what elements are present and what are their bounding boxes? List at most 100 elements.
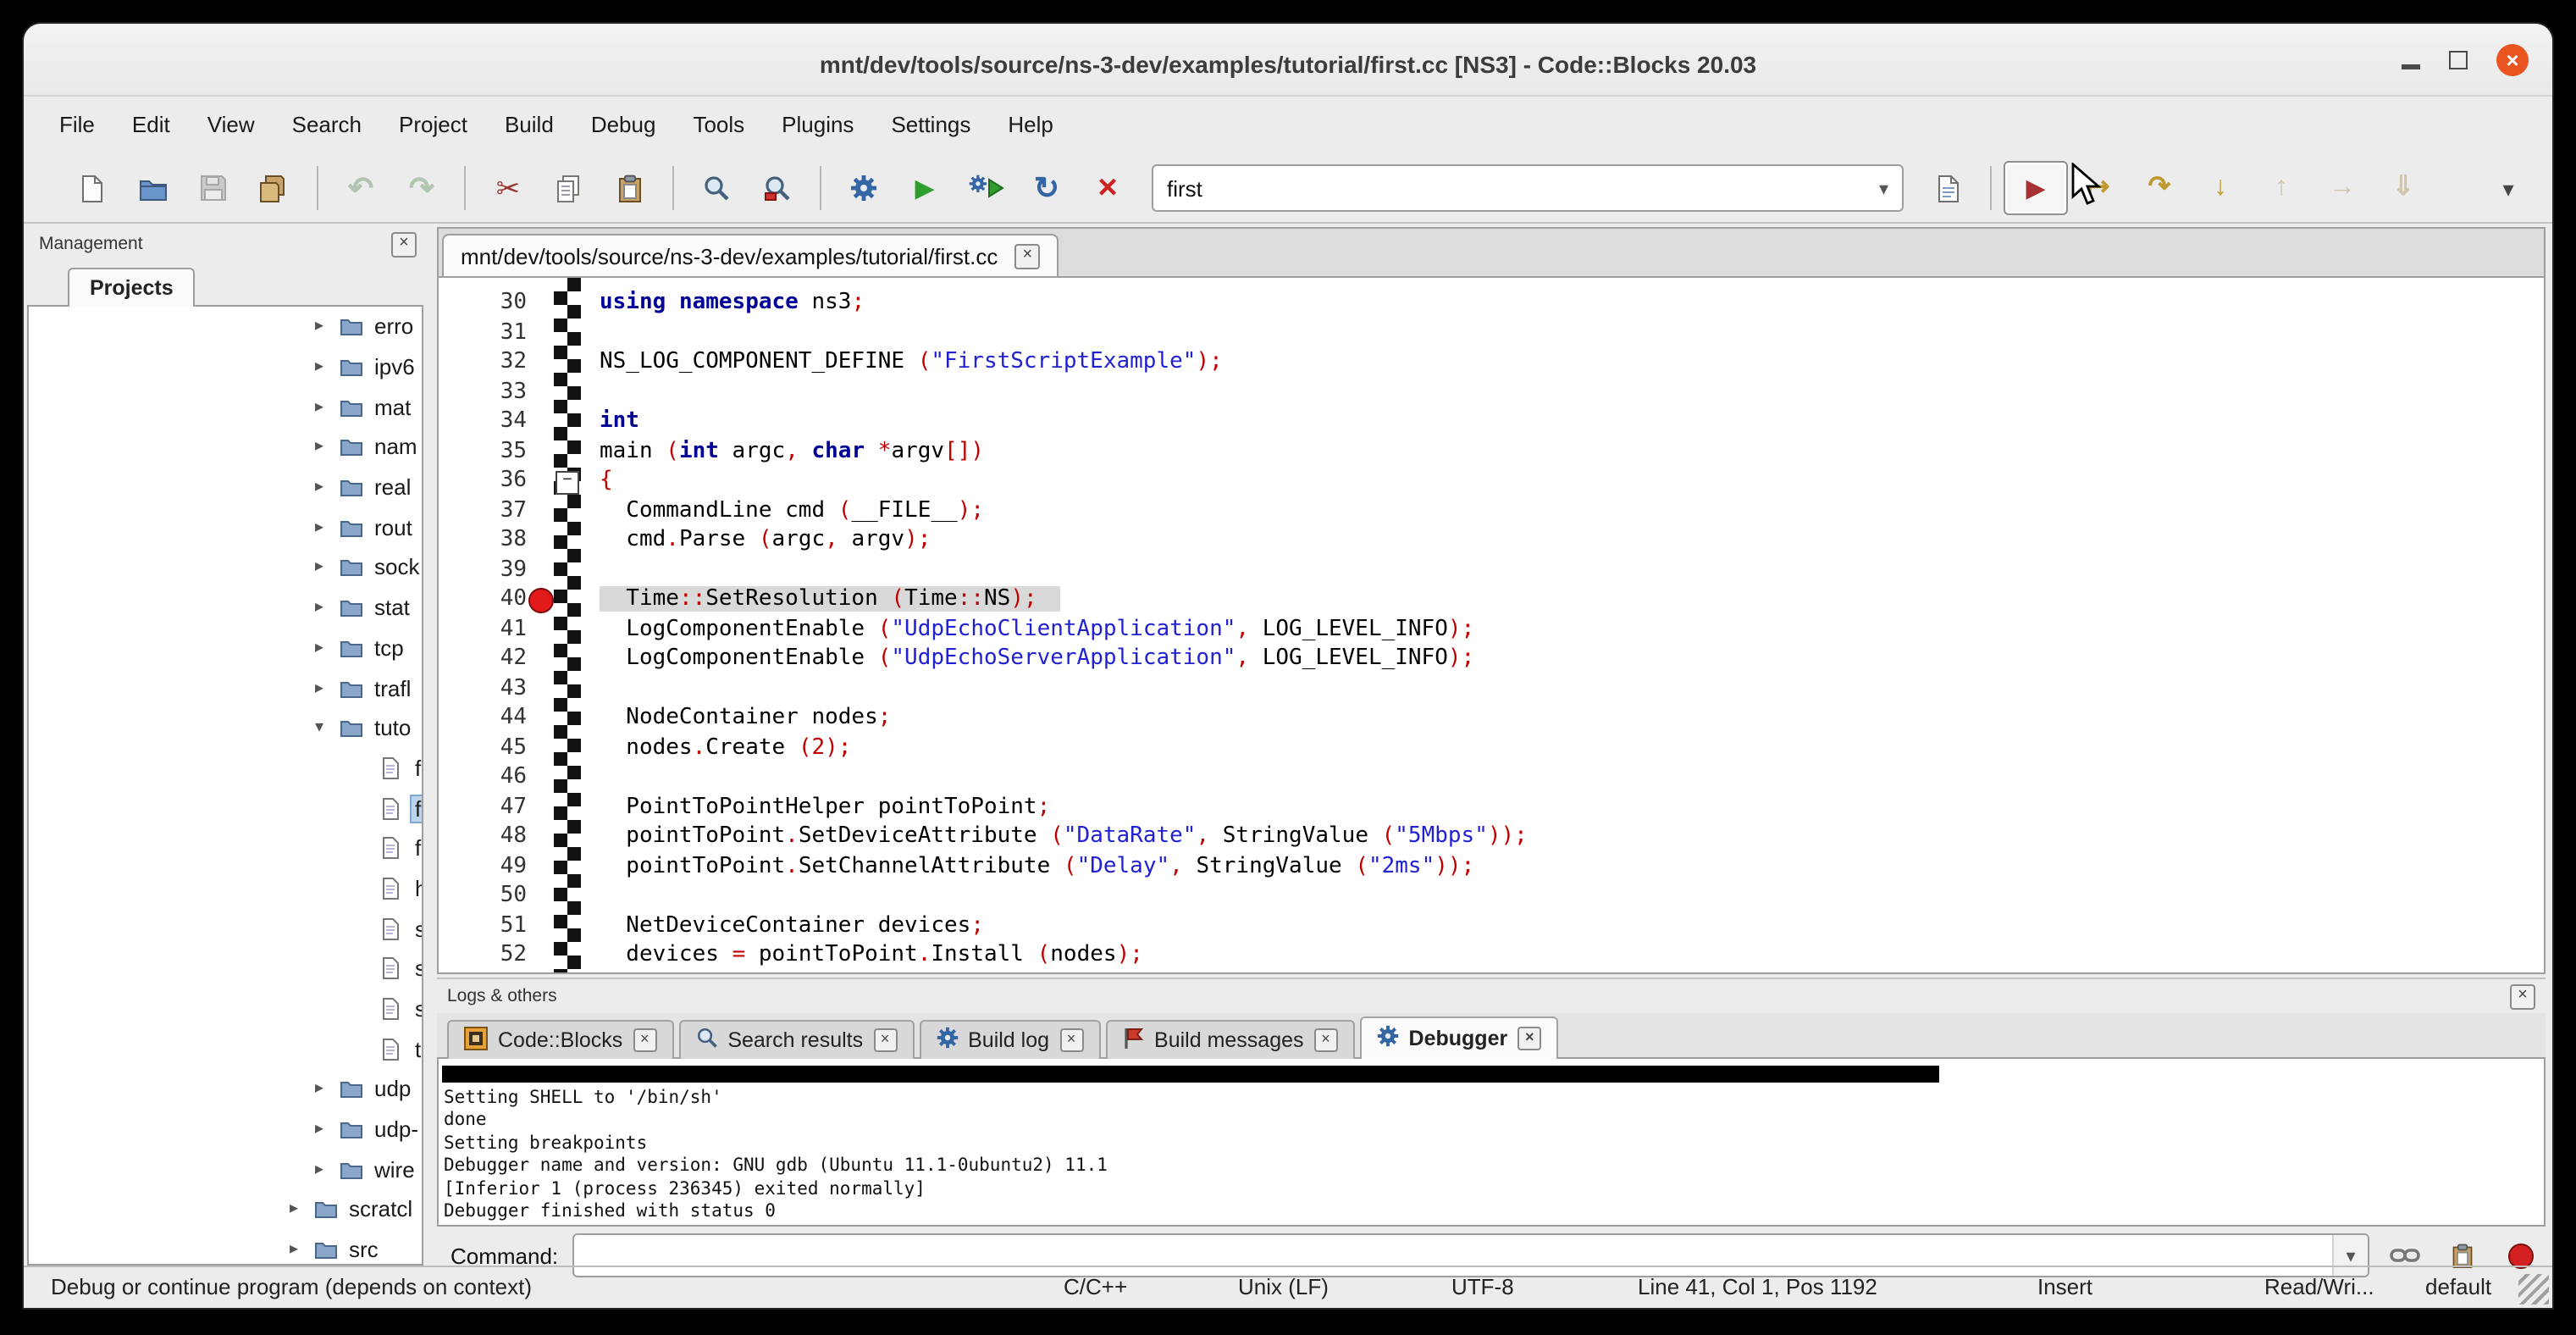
- copy-icon[interactable]: [539, 163, 600, 213]
- chevron-right-icon[interactable]: ▸: [315, 397, 335, 416]
- redo-icon[interactable]: ↷: [391, 163, 452, 213]
- tree-item-src[interactable]: ▸src: [29, 1230, 422, 1266]
- tree-item-six[interactable]: six: [29, 989, 422, 1028]
- code-editor[interactable]: 30using namespace ns3;3132NS_LOG_COMPONE…: [437, 276, 2546, 974]
- panel-splitter[interactable]: [423, 227, 437, 1266]
- chevron-right-icon[interactable]: ▸: [315, 1120, 335, 1138]
- run-to-cursor-icon[interactable]: ↦: [2068, 163, 2129, 213]
- debug-continue-icon[interactable]: ▶: [2004, 161, 2068, 215]
- menu-plugins[interactable]: Plugins: [763, 97, 872, 154]
- editor-tab-first-cc[interactable]: mnt/dev/tools/source/ns-3-dev/examples/t…: [442, 234, 1059, 276]
- step-into-instruction-icon[interactable]: ⇓: [2373, 163, 2434, 213]
- logs-close-icon[interactable]: ×: [2510, 983, 2535, 1009]
- chevron-right-icon[interactable]: ▸: [315, 1161, 335, 1179]
- logs-tab-close-icon[interactable]: ×: [1517, 1027, 1541, 1050]
- titlebar[interactable]: mnt/dev/tools/source/ns-3-dev/examples/t…: [24, 24, 2552, 97]
- logs-tab-debugger[interactable]: Debugger×: [1360, 1016, 1559, 1059]
- tree-item-udp-[interactable]: ▸udp-: [29, 1110, 422, 1149]
- debugger-log[interactable]: Setting SHELL to '/bin/sh'doneSetting br…: [437, 1059, 2546, 1227]
- tree-item-trafl[interactable]: ▸trafl: [29, 668, 422, 707]
- menu-help[interactable]: Help: [989, 97, 1072, 154]
- logs-tab-build-messages[interactable]: Build messages×: [1105, 1020, 1355, 1059]
- build-target-combo[interactable]: first▾: [1152, 164, 1904, 212]
- cut-icon[interactable]: ✂: [478, 163, 539, 213]
- chevron-down-icon[interactable]: ▾: [315, 718, 335, 737]
- paste-icon[interactable]: [600, 163, 661, 213]
- tree-item-erro[interactable]: ▸erro: [29, 307, 422, 346]
- tab-projects[interactable]: Projects: [68, 268, 196, 307]
- menu-build[interactable]: Build: [486, 97, 572, 154]
- menu-tools[interactable]: Tools: [674, 97, 763, 154]
- tree-item-tcp[interactable]: ▸tcp: [29, 628, 422, 668]
- tree-item-sock[interactable]: ▸sock: [29, 547, 422, 587]
- tree-item-se[interactable]: se: [29, 909, 422, 949]
- chevron-right-icon[interactable]: ▸: [315, 639, 335, 657]
- menu-search[interactable]: Search: [274, 97, 380, 154]
- tree-item-fo[interactable]: fo: [29, 828, 422, 868]
- tree-item-mat[interactable]: ▸mat: [29, 387, 422, 427]
- tree-item-tuto[interactable]: ▾tuto: [29, 708, 422, 748]
- toolbar-overflow-icon[interactable]: ▾: [2478, 163, 2539, 213]
- tree-item-wire[interactable]: ▸wire: [29, 1149, 422, 1189]
- breakpoint-icon[interactable]: [528, 588, 554, 613]
- build-and-run-icon[interactable]: [955, 163, 1016, 213]
- tree-item-udp[interactable]: ▸udp: [29, 1069, 422, 1109]
- tree-item-fif[interactable]: fif: [29, 748, 422, 788]
- management-close-icon[interactable]: ×: [391, 231, 417, 257]
- chevron-right-icon[interactable]: ▸: [290, 1200, 310, 1219]
- chevron-right-icon[interactable]: ▸: [315, 518, 335, 537]
- save-all-icon[interactable]: [244, 163, 305, 213]
- tree-item-rout[interactable]: ▸rout: [29, 507, 422, 547]
- chevron-right-icon[interactable]: ▸: [315, 478, 335, 496]
- menu-edit[interactable]: Edit: [113, 97, 189, 154]
- menu-settings[interactable]: Settings: [872, 97, 989, 154]
- undo-icon[interactable]: ↶: [330, 163, 391, 213]
- chevron-right-icon[interactable]: ▸: [315, 679, 335, 697]
- chevron-right-icon[interactable]: ▸: [315, 438, 335, 457]
- menu-debug[interactable]: Debug: [572, 97, 675, 154]
- chevron-right-icon[interactable]: ▸: [315, 357, 335, 376]
- logs-tab-close-icon[interactable]: ×: [633, 1028, 656, 1052]
- rebuild-icon[interactable]: ↻: [1016, 163, 1077, 213]
- editor-tab-close-icon[interactable]: ×: [1014, 243, 1040, 269]
- link-icon[interactable]: [2383, 1245, 2427, 1266]
- minimize-icon[interactable]: [2402, 65, 2420, 69]
- logs-tab-code-blocks[interactable]: Code::Blocks×: [447, 1020, 673, 1059]
- menu-project[interactable]: Project: [380, 97, 486, 154]
- selected-log-row[interactable]: [442, 1066, 1939, 1083]
- chevron-right-icon[interactable]: ▸: [315, 318, 335, 336]
- logs-tab-build-log[interactable]: Build log×: [919, 1020, 1100, 1059]
- combo-chevron-down-icon[interactable]: ▾: [1879, 177, 1888, 199]
- chevron-right-icon[interactable]: ▸: [315, 558, 335, 577]
- new-file-icon[interactable]: [61, 163, 122, 213]
- close-icon[interactable]: ×: [2496, 43, 2529, 75]
- maximize-icon[interactable]: [2449, 50, 2468, 69]
- tree-item-stat[interactable]: ▸stat: [29, 588, 422, 628]
- step-out-icon[interactable]: ↑: [2251, 163, 2312, 213]
- clipboard-icon[interactable]: [2441, 1243, 2485, 1268]
- chevron-right-icon[interactable]: ▸: [315, 1080, 335, 1099]
- tree-item-se[interactable]: se: [29, 949, 422, 989]
- step-into-icon[interactable]: ↓: [2190, 163, 2251, 213]
- tree-item-ipv6[interactable]: ▸ipv6: [29, 346, 422, 386]
- chevron-right-icon[interactable]: ▸: [315, 598, 335, 617]
- logs-tab-close-icon[interactable]: ×: [1059, 1028, 1083, 1052]
- build-target-file-icon[interactable]: [1917, 163, 1978, 213]
- tree-item-scratcl[interactable]: ▸scratcl: [29, 1189, 422, 1229]
- logs-tab-search-results[interactable]: Search results×: [678, 1020, 914, 1059]
- logs-tab-close-icon[interactable]: ×: [873, 1028, 897, 1052]
- logs-tab-close-icon[interactable]: ×: [1314, 1028, 1338, 1052]
- next-line-icon[interactable]: ↷: [2129, 163, 2190, 213]
- run-icon[interactable]: ▶: [894, 163, 955, 213]
- save-icon[interactable]: [183, 163, 244, 213]
- build-icon[interactable]: [833, 163, 894, 213]
- open-file-icon[interactable]: [122, 163, 183, 213]
- find-in-files-icon[interactable]: [747, 163, 808, 213]
- next-instruction-icon[interactable]: →: [2312, 163, 2373, 213]
- tree-item-th[interactable]: th: [29, 1029, 422, 1069]
- tree-item-nam[interactable]: ▸nam: [29, 427, 422, 467]
- find-icon[interactable]: [686, 163, 747, 213]
- chevron-right-icon[interactable]: ▸: [290, 1240, 310, 1259]
- stop-debugger-icon[interactable]: [2498, 1243, 2542, 1268]
- menu-view[interactable]: View: [189, 97, 274, 154]
